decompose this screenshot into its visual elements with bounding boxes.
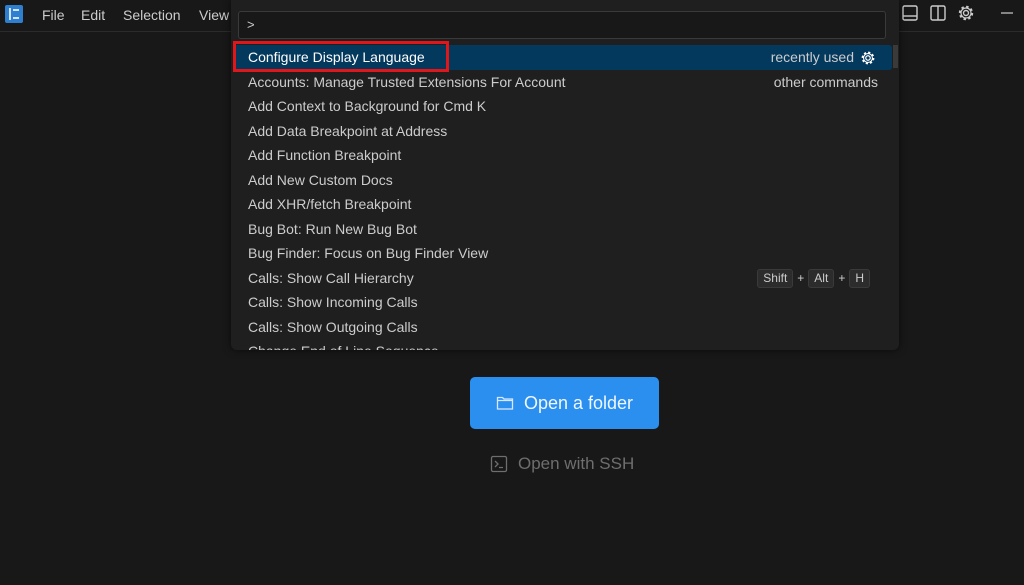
menu-view[interactable]: View xyxy=(199,7,229,23)
command-label: Add New Custom Docs xyxy=(248,171,393,188)
command-item[interactable]: Accounts: Manage Trusted Extensions For … xyxy=(233,70,892,95)
folder-icon xyxy=(496,396,514,410)
keybinding-key: Alt xyxy=(808,268,835,288)
command-group-label: other commands xyxy=(773,73,878,90)
command-label: Change End of Line Sequence xyxy=(248,343,439,350)
open-folder-button[interactable]: Open a folder xyxy=(470,377,659,429)
command-label: Add Data Breakpoint at Address xyxy=(248,122,448,139)
command-label: Calls: Show Call Hierarchy xyxy=(248,269,414,286)
toggle-sidebar-icon[interactable] xyxy=(929,4,947,22)
terminal-icon xyxy=(490,455,508,473)
command-label: Calls: Show Incoming Calls xyxy=(248,294,418,310)
command-group-label: recently used xyxy=(770,49,854,65)
command-label: Add Context to Background for Cmd K xyxy=(248,98,487,114)
keybinding-key: H xyxy=(849,268,870,288)
command-item[interactable]: Calls: Show Outgoing Calls xyxy=(233,315,892,340)
command-item[interactable]: Add New Custom Docs xyxy=(233,168,892,193)
command-item[interactable]: Calls: Show Call Hierarchy Shift + Alt + H xyxy=(233,266,892,291)
keybinding-key: Shift xyxy=(757,268,794,288)
scrollbar[interactable] xyxy=(893,45,898,68)
command-item[interactable]: Change End of Line Sequence xyxy=(233,339,892,350)
toggle-panel-icon[interactable] xyxy=(901,4,919,22)
command-label: Add Function Breakpoint xyxy=(248,147,402,163)
command-label: Bug Bot: Run New Bug Bot xyxy=(248,220,417,237)
highlight-box xyxy=(233,41,449,72)
plus-separator: + xyxy=(838,270,846,285)
minimize-icon[interactable] xyxy=(998,4,1016,22)
command-item[interactable]: Add Data Breakpoint at Address xyxy=(233,119,892,144)
command-label: Bug Finder: Focus on Bug Finder View xyxy=(248,245,489,261)
command-item[interactable]: Bug Bot: Run New Bug Bot xyxy=(233,217,892,242)
command-label: Accounts: Manage Trusted Extensions For … xyxy=(248,73,566,90)
app-logo-icon xyxy=(5,5,23,23)
settings-gear-icon[interactable] xyxy=(957,4,975,22)
command-item[interactable]: Add XHR/fetch Breakpoint xyxy=(233,192,892,217)
command-item[interactable]: Bug Finder: Focus on Bug Finder View xyxy=(233,241,892,266)
command-item[interactable]: Calls: Show Incoming Calls xyxy=(233,290,892,315)
command-label: Add XHR/fetch Breakpoint xyxy=(248,196,412,212)
open-folder-label: Open a folder xyxy=(523,392,634,413)
plus-separator: + xyxy=(797,270,805,285)
command-item[interactable]: Add Context to Background for Cmd K xyxy=(233,94,892,119)
command-label: Calls: Show Outgoing Calls xyxy=(248,318,418,335)
command-input[interactable]: > xyxy=(238,11,886,39)
menu-selection[interactable]: Selection xyxy=(123,7,181,23)
command-palette: > Configure Display Language recently use… xyxy=(231,0,899,350)
command-item[interactable]: Add Function Breakpoint xyxy=(233,143,892,168)
configure-keybinding-gear-icon[interactable] xyxy=(860,50,876,66)
menu-file[interactable]: File xyxy=(42,7,65,23)
open-ssh-label: Open with SSH xyxy=(518,454,635,473)
open-ssh-button[interactable]: Open with SSH xyxy=(490,454,634,474)
menu-edit[interactable]: Edit xyxy=(81,7,105,23)
